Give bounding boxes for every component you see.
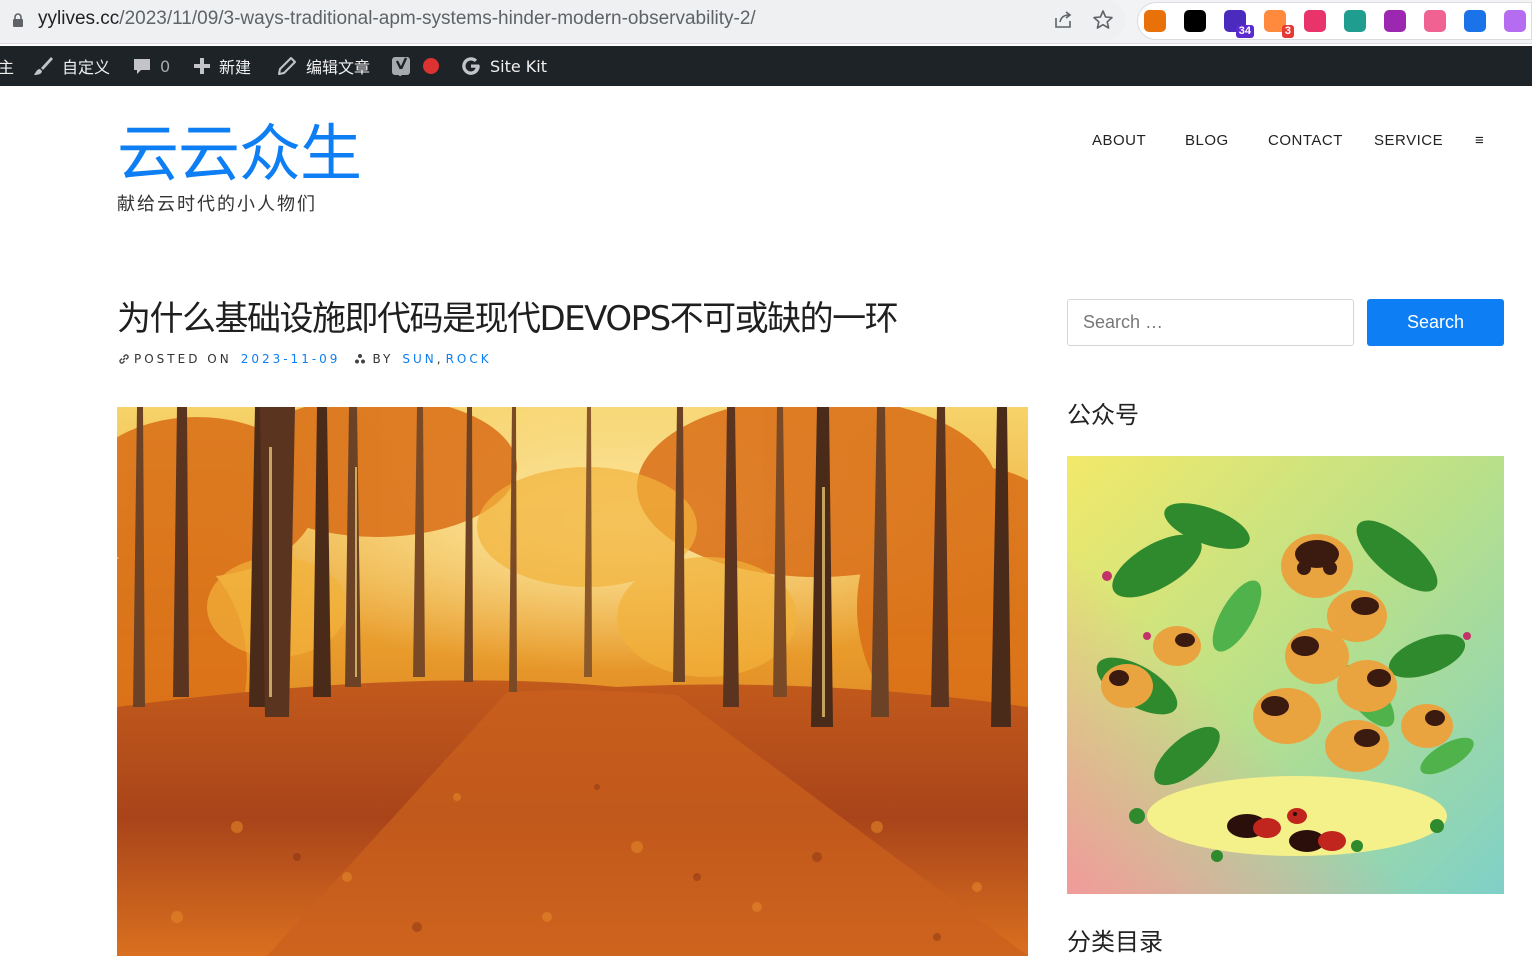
translate-extension-icon[interactable] [1304,10,1326,32]
seo-status-dot-icon [423,58,439,74]
yoast-icon [392,57,410,77]
comment-icon [134,59,150,74]
admin-comments-link[interactable]: 0 [132,46,170,86]
site-description: 献给云时代的小人物们 [117,194,317,215]
posted-on-label: POSTED ON [134,352,232,366]
extensions-area: 34 3 [1137,2,1532,40]
bookmark-star-icon[interactable] [1092,9,1114,31]
url-text[interactable]: yylives.cc/2023/11/09/3-ways-traditional… [38,8,756,30]
admin-customize-link[interactable]: 自定义 [32,46,110,86]
plus-icon [194,58,210,74]
admin-new-link[interactable]: 新建 [193,46,251,86]
extension-badge: 34 [1235,25,1254,38]
pencil-icon [278,57,296,75]
net-extension-icon[interactable] [1344,10,1366,32]
cloud-extension-icon[interactable] [1424,10,1446,32]
admin-yoast-link[interactable] [390,46,440,86]
admin-edit-post-label: 编辑文章 [306,58,371,77]
site-title[interactable]: 云云众生 [117,118,362,190]
post-title: 为什么基础设施即代码是现代DEVOPS不可或缺的一环 [117,299,899,339]
graduation-extension-icon[interactable]: 34 [1224,10,1254,38]
post-date-link[interactable]: 2023-11-09 [241,352,341,366]
by-label: BY [372,352,394,366]
featured-image [117,407,1028,956]
lock-icon[interactable] [12,13,24,27]
admin-edit-post-link[interactable]: 编辑文章 [276,46,370,86]
wechat-qr-image [1067,456,1504,894]
paintbrush-icon [34,57,53,75]
extension-badge: 3 [1281,25,1294,38]
nav-item-contact[interactable]: CONTACT [1268,132,1343,154]
browser-toolbar: yylives.cc/2023/11/09/3-ways-traditional… [0,0,1532,44]
url-host: yylives.cc [38,8,120,29]
nav-item-blog[interactable]: BLOG [1185,132,1229,154]
google-g-icon [462,57,480,75]
wp-admin-bar: 主 自定义 0 新建 编辑文章 Site Kit [0,46,1532,86]
blue-extension-icon[interactable] [1464,10,1486,32]
author-icon [355,354,366,364]
author-link[interactable]: SUN [402,352,436,366]
admin-sitekit-link[interactable]: Site Kit [460,46,547,86]
post-meta: POSTED ON 2023-11-09 BY SUN , ROCK [117,350,492,368]
admin-home-link[interactable]: 主 [0,46,14,86]
orange-extension-icon[interactable]: 3 [1264,10,1294,38]
nav-item-service[interactable]: SERVICE [1374,132,1443,154]
search-input[interactable] [1067,299,1354,346]
nav-item-about[interactable]: ABOUT [1092,132,1146,154]
admin-comments-count: 0 [160,56,171,76]
widget-title-wechat: 公众号 [1067,401,1139,429]
address-bar[interactable]: yylives.cc/2023/11/09/3-ways-traditional… [0,0,1126,40]
admin-sitekit-label: Site Kit [490,56,548,76]
openai-extension-icon[interactable] [1504,10,1526,32]
share-icon[interactable] [1052,9,1074,31]
search-button[interactable]: Search [1367,299,1504,346]
widget-title-categories: 分类目录 [1067,928,1163,956]
author-link-2[interactable]: ROCK [446,352,492,366]
author-separator: , [436,352,444,366]
admin-customize-label: 自定义 [62,58,111,77]
admin-home-label: 主 [0,58,15,77]
notion-extension-icon[interactable] [1184,10,1206,32]
purple-extension-icon[interactable] [1384,10,1406,32]
link-icon [119,354,129,364]
record-extension-icon[interactable] [1144,10,1166,32]
url-path: /2023/11/09/3-ways-traditional-apm-syste… [119,8,756,29]
admin-new-label: 新建 [219,58,252,77]
menu-toggle-icon[interactable]: ≡ [1475,132,1484,154]
